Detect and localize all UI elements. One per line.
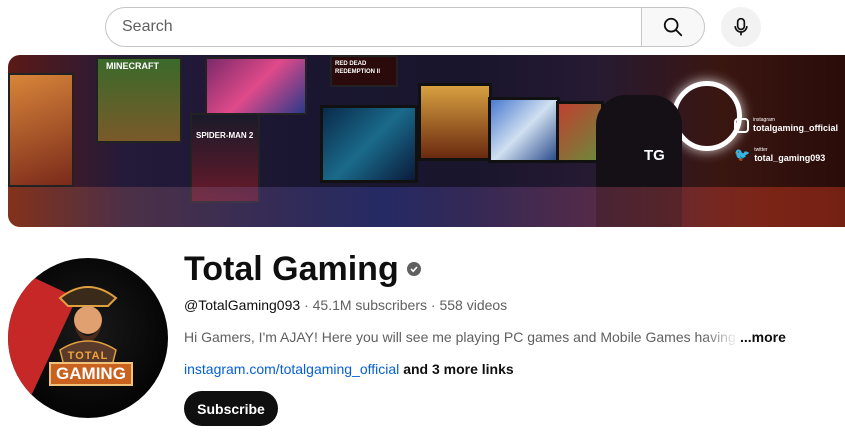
channel-avatar[interactable]: TOTAL GAMING [8, 258, 168, 418]
meta-separator: · [304, 297, 309, 313]
banner-glow [8, 187, 845, 227]
description-more-button[interactable]: ...more [740, 328, 786, 346]
verified-check-icon [406, 262, 421, 276]
voice-search-button[interactable] [721, 7, 761, 47]
banner-instagram-handle: totalgaming_official [753, 123, 839, 133]
poster-rdr2-label: RED DEAD REDEMPTION II [335, 61, 381, 75]
subscriber-count: 45.1M subscribers [312, 297, 428, 313]
pirate-mascot-icon [58, 286, 118, 367]
video-count: 558 videos [439, 297, 508, 313]
instagram-link[interactable]: instagram.com/totalgaming_official [184, 361, 399, 377]
chair-logo: TG [644, 147, 665, 164]
channel-handle: @TotalGaming093 [184, 297, 301, 313]
poster-art [205, 57, 307, 115]
channel-meta: @TotalGaming093 · 45.1M subscribers · 55… [184, 296, 507, 314]
avatar-text-total: TOTAL [67, 350, 109, 362]
meta-separator: · [430, 297, 436, 313]
poster-minecraft-label: MINECRAFT [106, 61, 159, 71]
channel-banner: MINECRAFT RED DEAD REDEMPTION II SPIDER-… [8, 55, 845, 227]
banner-twitter-handle: total_gaming093 [754, 153, 826, 163]
channel-name: Total Gaming [184, 250, 399, 288]
monitor-left [418, 83, 492, 161]
search-button[interactable] [641, 7, 705, 47]
pc-case [320, 105, 418, 183]
avatar-text-gaming: GAMING [49, 362, 133, 386]
poster-spiderman-label: SPIDER-MAN 2 [196, 131, 254, 140]
monitor-center [488, 97, 560, 163]
ring-light [672, 81, 742, 151]
poster-minecraft: MINECRAFT [96, 57, 182, 143]
banner-instagram: instagram totalgaming_official [734, 117, 838, 133]
poster-left [8, 73, 74, 187]
search-icon [663, 17, 683, 37]
microphone-icon [734, 17, 748, 36]
channel-links: instagram.com/totalgaming_official and 3… [184, 360, 514, 378]
more-links-button[interactable]: and 3 more links [403, 361, 513, 377]
twitter-icon: 🐦 [734, 147, 751, 162]
banner-twitter: 🐦 twitter total_gaming093 [734, 147, 825, 163]
search-input[interactable] [105, 7, 642, 47]
poster-rdr2: RED DEAD REDEMPTION II [330, 55, 398, 87]
channel-title: Total Gaming [184, 247, 421, 291]
subscribe-button[interactable]: Subscribe [184, 391, 278, 426]
channel-description[interactable]: Hi Gamers, I'm AJAY! Here you will see m… [184, 328, 744, 346]
search-bar [105, 7, 705, 47]
instagram-icon [734, 117, 749, 133]
